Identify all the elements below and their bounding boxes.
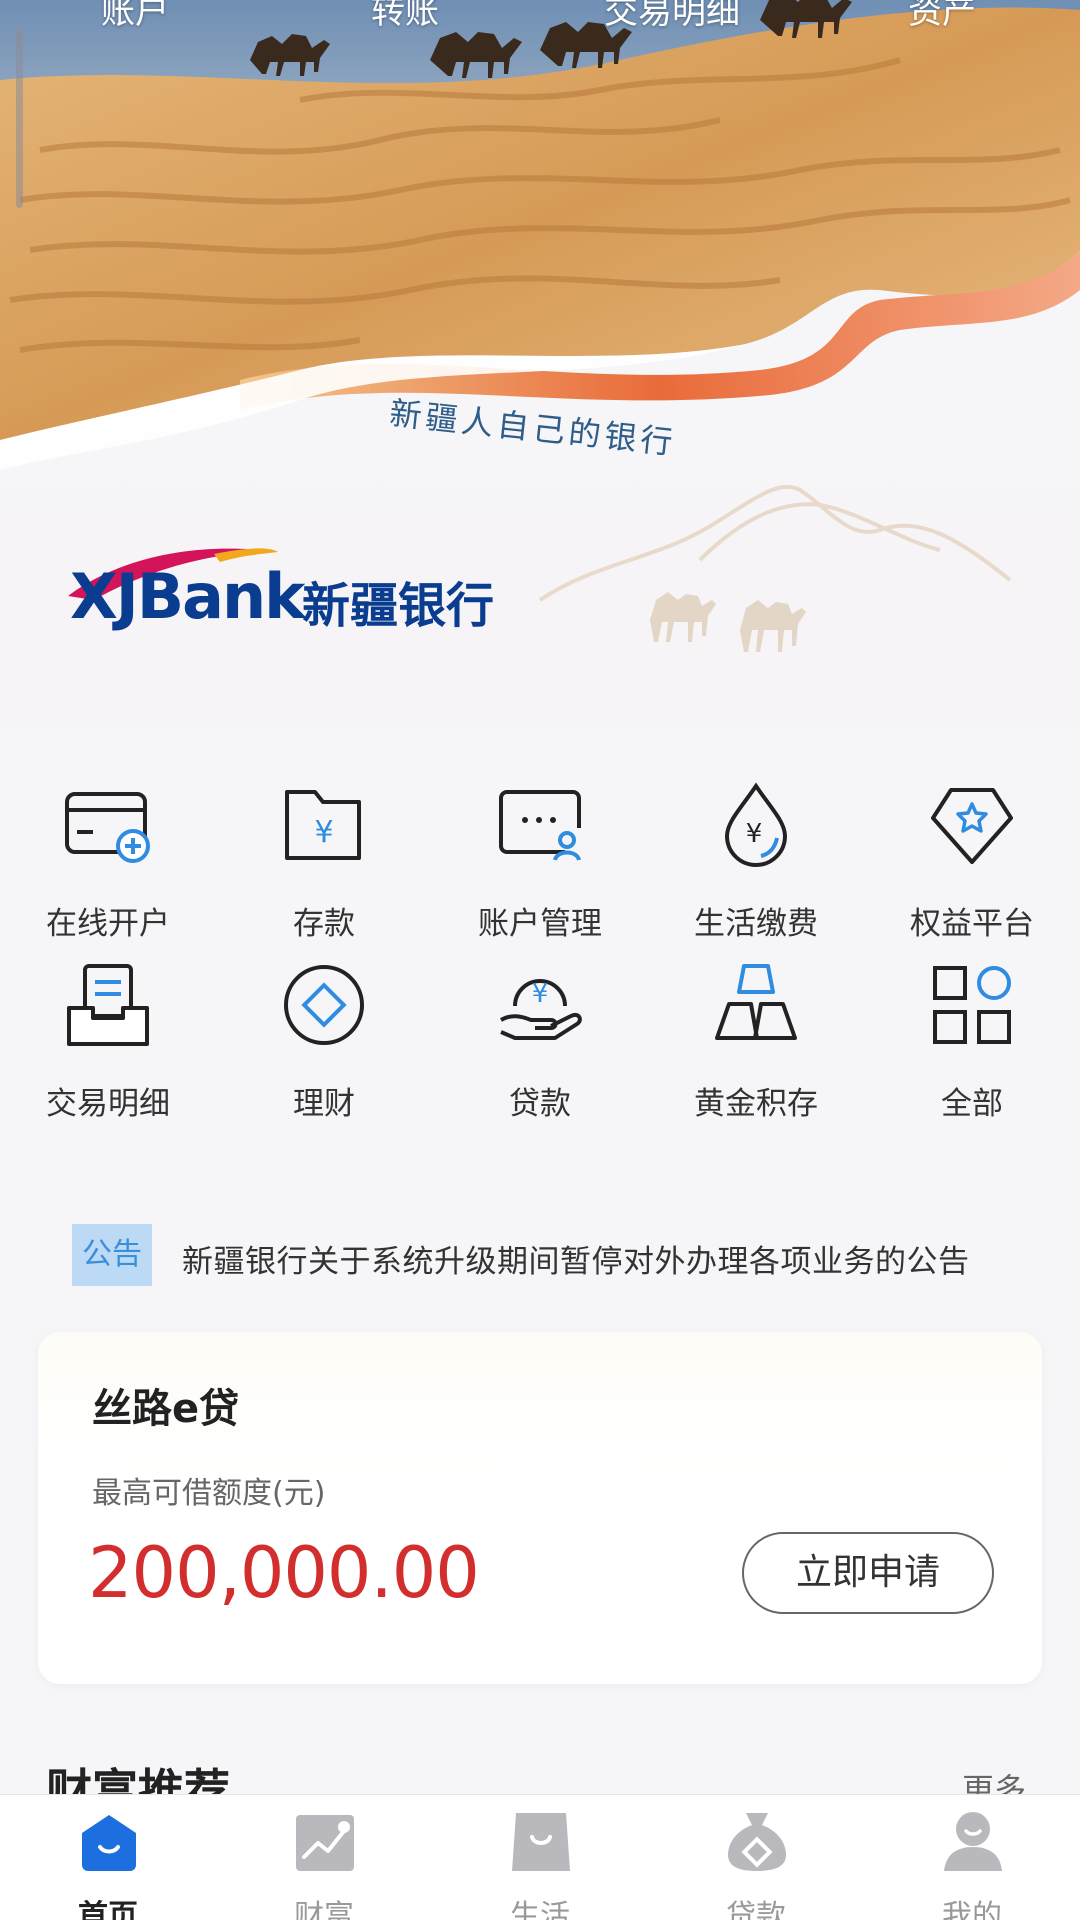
scroll-indicator <box>16 28 23 208</box>
service-label: 权益平台 <box>910 906 1034 942</box>
service-label: 生活缴费 <box>694 906 818 942</box>
top-tab-transactions[interactable]: 交易明细 <box>604 0 740 33</box>
silk-road-loan-card[interactable]: 丝路e贷 最高可借额度(元) 200,000.00 立即申请 <box>38 1332 1042 1684</box>
loan-card-title: 丝路e贷 <box>92 1386 240 1432</box>
service-wealth-management[interactable]: 理财 <box>216 950 432 1122</box>
service-label: 贷款 <box>509 1086 571 1122</box>
service-label: 在线开户 <box>46 906 170 942</box>
nav-home[interactable]: 首页 <box>0 1795 216 1920</box>
service-account-management[interactable]: 账户管理 <box>432 770 648 942</box>
nav-profile[interactable]: 我的 <box>864 1795 1080 1920</box>
nav-label: 生活 <box>510 1899 570 1920</box>
top-quick-tabs: 账户 转账 交易明细 资产 <box>0 0 1080 44</box>
deposit-folder-icon: ¥ <box>285 790 361 860</box>
nav-label: 财富 <box>294 1899 354 1920</box>
service-all[interactable]: 全部 <box>864 950 1080 1122</box>
xjbank-logo: XJBank 新疆银行 <box>68 548 500 634</box>
quick-services-grid: 在线开户 ¥ 存款 账户管理 ¥ 生活缴费 权益平台 交易明细 理财 ¥ 贷款 … <box>0 770 1080 1130</box>
profile-icon <box>944 1812 1002 1871</box>
service-label: 账户管理 <box>478 906 602 942</box>
top-tab-assets[interactable]: 资产 <box>908 0 976 33</box>
home-icon <box>82 1815 136 1871</box>
service-label: 理财 <box>293 1086 355 1122</box>
service-loan[interactable]: ¥ 贷款 <box>432 950 648 1122</box>
money-bag-icon <box>728 1813 786 1871</box>
loan-card-subtitle: 最高可借额度(元) <box>92 1476 326 1511</box>
open-account-icon <box>65 792 150 863</box>
nav-label: 我的 <box>942 1899 1002 1920</box>
loan-icon: ¥ <box>499 979 582 1040</box>
utility-payment-icon: ¥ <box>724 782 788 867</box>
service-transaction-details[interactable]: 交易明细 <box>0 950 216 1122</box>
wealth-chart-icon <box>296 1815 354 1871</box>
service-label: 存款 <box>293 906 355 942</box>
bottom-navigation: 首页 财富 生活 贷款 我的 <box>0 1794 1080 1920</box>
logo-text-en: XJBank <box>70 560 305 633</box>
logo-text-cn: 新疆银行 <box>302 578 495 634</box>
notice-badge: 公告 <box>72 1224 152 1286</box>
service-label: 全部 <box>941 1086 1003 1122</box>
wealth-management-icon <box>284 965 364 1045</box>
notice-text[interactable]: 新疆银行关于系统升级期间暂停对外办理各项业务的公告 <box>182 1236 970 1281</box>
benefits-platform-icon <box>931 788 1013 864</box>
nav-life[interactable]: 生活 <box>432 1795 648 1920</box>
service-label: 交易明细 <box>46 1086 170 1122</box>
svg-text:¥: ¥ <box>746 819 763 849</box>
account-management-icon <box>499 790 581 861</box>
svg-text:¥: ¥ <box>532 979 549 1009</box>
service-utility-payment[interactable]: ¥ 生活缴费 <box>648 770 864 942</box>
service-online-account[interactable]: 在线开户 <box>0 770 216 942</box>
service-deposit[interactable]: ¥ 存款 <box>216 770 432 942</box>
transaction-details-icon <box>67 964 149 1046</box>
service-benefits-platform[interactable]: 权益平台 <box>864 770 1080 942</box>
banner[interactable]: 账户 转账 交易明细 资产 新疆人自己的银行 XJBank 新疆银行 <box>0 0 1080 730</box>
svg-text:¥: ¥ <box>314 815 333 850</box>
nav-wealth[interactable]: 财富 <box>216 1795 432 1920</box>
top-tab-account[interactable]: 账户 <box>101 0 169 33</box>
gold-savings-icon <box>715 964 797 1040</box>
notice-bar[interactable]: 公告 新疆银行关于系统升级期间暂停对外办理各项业务的公告 <box>72 1224 1072 1286</box>
nav-loan[interactable]: 贷款 <box>648 1795 864 1920</box>
service-gold-savings[interactable]: 黄金积存 <box>648 950 864 1122</box>
all-services-icon <box>933 966 1011 1044</box>
shopping-bag-icon <box>512 1813 570 1871</box>
apply-now-button[interactable]: 立即申请 <box>742 1532 994 1614</box>
top-tab-transfer[interactable]: 转账 <box>371 0 439 33</box>
nav-label: 首页 <box>78 1899 138 1920</box>
loan-max-amount: 200,000.00 <box>88 1532 480 1614</box>
service-label: 黄金积存 <box>694 1086 818 1122</box>
nav-label: 贷款 <box>726 1899 786 1920</box>
